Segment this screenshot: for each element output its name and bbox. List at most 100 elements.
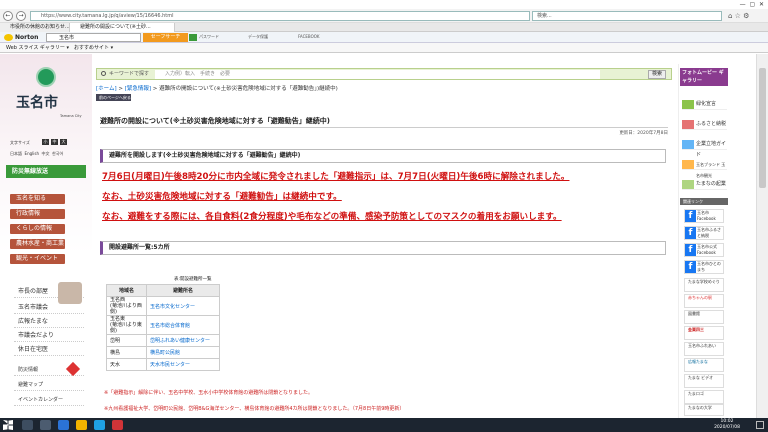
nav-council[interactable]: 玉名市議会 (14, 302, 84, 314)
nav-know-tamana[interactable]: 玉名を知る (10, 194, 65, 204)
lang-ko[interactable]: 한국어 (52, 151, 63, 156)
safe-search-button[interactable]: セーフサーチ (143, 33, 188, 42)
shelter-link[interactable]: 横島町公民館 (146, 346, 220, 359)
back-icon[interactable]: ← (3, 11, 13, 21)
shield-icon (189, 34, 197, 41)
banner-label: たまなの起業 (696, 181, 726, 187)
promo-4[interactable]: 金栗四三 (684, 326, 724, 340)
nav-council-news[interactable]: 市議会だより (14, 330, 84, 342)
nav-evac-map[interactable]: 避難マップ (14, 379, 84, 391)
table-header-row: 地域名 避難所名 (106, 284, 220, 297)
site-search-button[interactable]: 検索 (648, 70, 666, 79)
col-shelter: 避難所名 (146, 284, 220, 297)
promo-3[interactable]: 図書館 (684, 310, 724, 324)
shelter-link[interactable]: 玉名市総合体育館 (146, 315, 220, 335)
nav-admin[interactable]: 行政情報 (10, 209, 65, 219)
banner-startup[interactable]: たまなの起業 (682, 179, 727, 190)
area-cell: 玉名東 (菊池川より東側) (106, 315, 147, 335)
clock[interactable]: 10:02 2020/07/08 (714, 419, 740, 431)
fb-link-3[interactable]: f 玉名市公式 Facebook (684, 243, 724, 257)
notice-line-2: なお、土砂災害危険地域に対する「避難勧告」は継続中です。 (102, 192, 342, 202)
nav-koho[interactable]: 広報たまな (14, 316, 84, 328)
promo-9[interactable]: たまなの大学 (684, 404, 724, 416)
lang-ja[interactable]: 日本語 (10, 151, 22, 156)
site-search-input[interactable]: キーワードで探す (109, 70, 149, 77)
shelter-link[interactable]: 岱明ふれあい健康センター (146, 334, 220, 347)
text-size-medium[interactable]: 中 (51, 139, 58, 145)
promo-8[interactable]: たまロゴ (684, 390, 724, 404)
section-heading: 避難所を開設します(※土砂災害危険地域に対する「避難勧告」継続中) (100, 149, 666, 163)
banner-furusato[interactable]: ふるさと納税 (682, 119, 727, 130)
task-view-icon[interactable] (40, 420, 51, 430)
breadcrumb: [ホーム] > [緊急情報] > 避難所の開設について(※土砂災害危険地域に対す… (96, 84, 666, 92)
text-size-large[interactable]: 大 (60, 139, 67, 145)
promo-2[interactable]: 赤ちゃんの駅 (684, 294, 724, 308)
site-search-bar: キーワードで探す 入力例）転入 手続き 必要 検索 (96, 68, 672, 80)
promo-5[interactable]: 玉名市ふれあい (684, 342, 724, 356)
data-protect-label[interactable]: データ保護 (248, 34, 268, 40)
notice-line-3: なお、避難をする際には、各自食料(2食分程度)や毛布などの準備、感染予防策として… (102, 212, 562, 222)
facebook-icon: f (685, 227, 696, 239)
crumb-sep: > (152, 86, 158, 92)
fb-link-1[interactable]: f 玉名市 Facebook (684, 209, 724, 223)
promo-1[interactable]: たまな学校めぐり (684, 278, 724, 292)
browser-search-input[interactable]: 検索... (532, 11, 722, 21)
table-row: 天水 天水市民センター (106, 358, 220, 371)
explorer-icon[interactable] (76, 420, 87, 430)
banner-brand[interactable]: 玉名ブランド 玉名市観光 (682, 159, 727, 178)
related-links-label: 関連リンク (680, 198, 728, 205)
shelter-link[interactable]: 玉名市文化センター (146, 296, 220, 316)
facebook-label[interactable]: FACEBOOK (298, 34, 320, 39)
nav-holiday-doctor[interactable]: 休日在宅医 (14, 344, 84, 356)
site-logo[interactable]: 玉名市 (16, 92, 58, 112)
edge-icon[interactable] (58, 420, 69, 430)
norton-search-input[interactable]: 玉名市 (46, 33, 141, 42)
language-links[interactable]: 日本語 English 中文 한국어 (10, 151, 63, 157)
promo-6[interactable]: 広報たまな (684, 358, 724, 372)
prev-page-button[interactable]: 前のページへ戻る (96, 94, 131, 101)
banner-company[interactable]: 企業立地ガイド (682, 139, 727, 158)
note-2: ※九州看護福祉大学、岱明町公民館、岱明B&G海洋センター、横島体育館の避難所4カ… (104, 406, 405, 412)
crumb-home[interactable]: [ホーム] (96, 86, 117, 92)
area-cell: 玉名西 (菊池川より西側) (106, 296, 147, 316)
fav-web-slice[interactable]: Web スライス ギャラリー ▾ (6, 44, 69, 52)
logo-sub: Tamana City (60, 114, 82, 118)
notification-icon[interactable] (756, 421, 764, 429)
nav-event-calendar[interactable]: イベントカレンダー (14, 394, 84, 406)
taskbar: 10:02 2020/07/08 (0, 418, 768, 432)
fav-recommended[interactable]: おすすめサイト ▾ (74, 44, 113, 52)
tab-2-active[interactable]: 避難所の開設について(※土砂... (70, 23, 175, 32)
password-label[interactable]: パスワード (199, 34, 219, 40)
shelter-link[interactable]: 天水市民センター (146, 358, 220, 371)
tab-1[interactable]: 市役所の休館のお知らせ... (0, 23, 70, 32)
fb-link-4[interactable]: f 玉名市ひとのまち (684, 260, 724, 274)
nav-tourism[interactable]: 観光・イベント (10, 254, 65, 264)
area-cell: 岱明 (106, 334, 147, 347)
banner-green[interactable]: 緑化宣言 (682, 99, 727, 110)
crumb-emergency[interactable]: [緊急情報] (125, 86, 151, 92)
norton-check-icon (4, 34, 13, 41)
mayor-photo (58, 282, 82, 304)
promo-7[interactable]: たまな ビデオ (684, 374, 724, 388)
toolbar-icons[interactable]: ⌂ ☆ ⚙ (728, 12, 749, 20)
store-icon[interactable] (112, 420, 123, 430)
page-scrollbar[interactable] (756, 54, 768, 418)
lang-en[interactable]: English (25, 151, 39, 156)
fb-link-2[interactable]: f 玉名市ふるさと納税 (684, 226, 724, 240)
startup-icon (682, 180, 694, 189)
scrollbar-thumb[interactable] (759, 68, 766, 188)
search-icon[interactable] (22, 420, 33, 430)
ie-icon[interactable] (94, 420, 105, 430)
windows-start-icon[interactable] (3, 420, 13, 430)
lang-zh[interactable]: 中文 (42, 151, 50, 156)
photo-gallery-banner[interactable]: フォトムービー ギャラリー (680, 68, 728, 86)
text-size-small[interactable]: 小 (42, 139, 49, 145)
web-page: 玉名市 Tamana City 文字サイズ 小 中 大 日本語 English … (0, 54, 768, 418)
forward-icon[interactable]: → (16, 11, 26, 21)
window-controls[interactable]: — ▢ ✕ (740, 1, 764, 8)
url-input[interactable]: https://www.city.tamana.lg.jp/q/aview/15… (30, 11, 530, 21)
nav-industry[interactable]: 農林水産・商工業 (10, 239, 65, 249)
search-hint[interactable]: 入力例）転入 手続き 必要 (155, 70, 600, 79)
disaster-radio-button[interactable]: 防災無線放送 (6, 165, 86, 178)
nav-life[interactable]: くらしの情報 (10, 224, 65, 234)
